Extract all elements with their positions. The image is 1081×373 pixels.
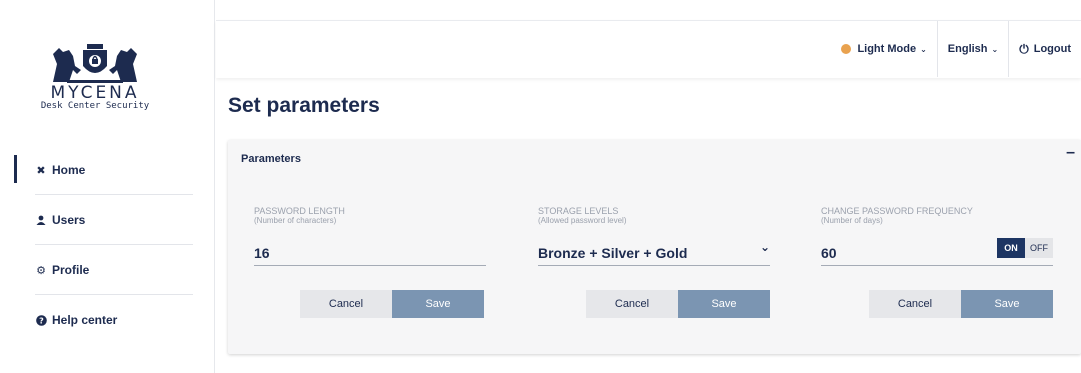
sidebar-item-profile[interactable]: ⚙ Profile: [0, 245, 215, 295]
field-value: Bronze + Silver + Gold: [538, 244, 688, 261]
cancel-button[interactable]: Cancel: [869, 290, 961, 318]
field-label: CHANGE PASSWORD FREQUENCY: [821, 206, 973, 216]
chevron-down-icon: ⌄: [920, 44, 927, 54]
chevron-down-icon: ⌄: [991, 44, 999, 54]
toggle-off[interactable]: OFF: [1025, 238, 1053, 258]
sidebar-item-label: Profile: [52, 263, 90, 277]
logout-button[interactable]: ⏻ Logout: [1008, 21, 1081, 77]
field-value: 60: [821, 244, 837, 261]
toggle-on[interactable]: ON: [997, 238, 1025, 258]
cancel-button[interactable]: Cancel: [586, 290, 678, 318]
brand-name: MYCENA: [50, 83, 140, 103]
logout-label: Logout: [1033, 43, 1071, 55]
lions-crest-icon: [53, 44, 137, 83]
save-button[interactable]: Save: [392, 290, 484, 318]
sidebar: MYCENA Desk Center Security ✖ Home Users…: [0, 0, 215, 373]
sun-dot-icon: [841, 44, 852, 54]
password-length-actions: Cancel Save: [300, 290, 484, 318]
theme-toggle[interactable]: Light Mode ⌄: [831, 21, 936, 77]
chevron-down-icon: ⌄: [759, 240, 770, 254]
sidebar-item-home[interactable]: ✖ Home: [0, 145, 215, 195]
password-length-field: PASSWORD LENGTH (Number of characters) 1…: [254, 206, 486, 266]
field-sublabel: (Number of days): [821, 216, 883, 225]
storage-levels-actions: Cancel Save: [586, 290, 770, 318]
top-actions: Light Mode ⌄ English ⌄ ⏻ Logout: [831, 21, 1081, 77]
svg-text:?: ?: [39, 316, 44, 325]
top-bar: Light Mode ⌄ English ⌄ ⏻ Logout: [216, 20, 1081, 78]
save-button[interactable]: Save: [678, 290, 770, 318]
brand-logo[interactable]: MYCENA Desk Center Security: [0, 40, 190, 111]
password-length-input[interactable]: 16: [254, 240, 486, 266]
page-title: Set parameters: [228, 94, 380, 117]
brand-tagline: Desk Center Security: [40, 101, 150, 111]
storage-levels-select[interactable]: Bronze + Silver + Gold ⌄: [538, 240, 770, 266]
storage-levels-field: STORAGE LEVELS (Allowed password level) …: [538, 206, 770, 266]
password-frequency-actions: Cancel Save: [869, 290, 1053, 318]
language-select[interactable]: English ⌄: [936, 21, 1008, 77]
field-sublabel: (Number of characters): [254, 216, 337, 225]
sidebar-nav: ✖ Home Users ⚙ Profile ? Help center: [0, 145, 215, 345]
password-frequency-input[interactable]: 60 ON OFF: [821, 238, 1053, 266]
password-frequency-field: CHANGE PASSWORD FREQUENCY (Number of day…: [821, 206, 1053, 266]
sidebar-item-label: Home: [52, 163, 86, 177]
help-icon: ?: [35, 314, 47, 326]
field-sublabel: (Allowed password level): [538, 216, 627, 225]
theme-label: Light Mode: [857, 43, 917, 55]
collapse-button[interactable]: –: [1066, 144, 1075, 162]
sidebar-item-label: Users: [52, 213, 86, 227]
panel-title: Parameters: [241, 153, 301, 165]
gear-icon: ⚙: [36, 264, 46, 277]
home-icon: ✖: [36, 164, 46, 177]
cancel-button[interactable]: Cancel: [300, 290, 392, 318]
field-value: 16: [254, 244, 270, 261]
sidebar-item-help-center[interactable]: ? Help center: [0, 295, 215, 345]
sidebar-item-label: Help center: [52, 313, 118, 327]
parameters-panel: Parameters – PASSWORD LENGTH (Number of …: [228, 140, 1081, 354]
sidebar-item-users[interactable]: Users: [0, 195, 215, 245]
field-label: STORAGE LEVELS: [538, 206, 619, 216]
save-button[interactable]: Save: [961, 290, 1053, 318]
user-icon: [35, 215, 47, 225]
language-label: English: [947, 43, 988, 55]
frequency-toggle[interactable]: ON OFF: [997, 238, 1053, 258]
power-icon: ⏻: [1019, 41, 1029, 56]
field-label: PASSWORD LENGTH: [254, 206, 345, 216]
